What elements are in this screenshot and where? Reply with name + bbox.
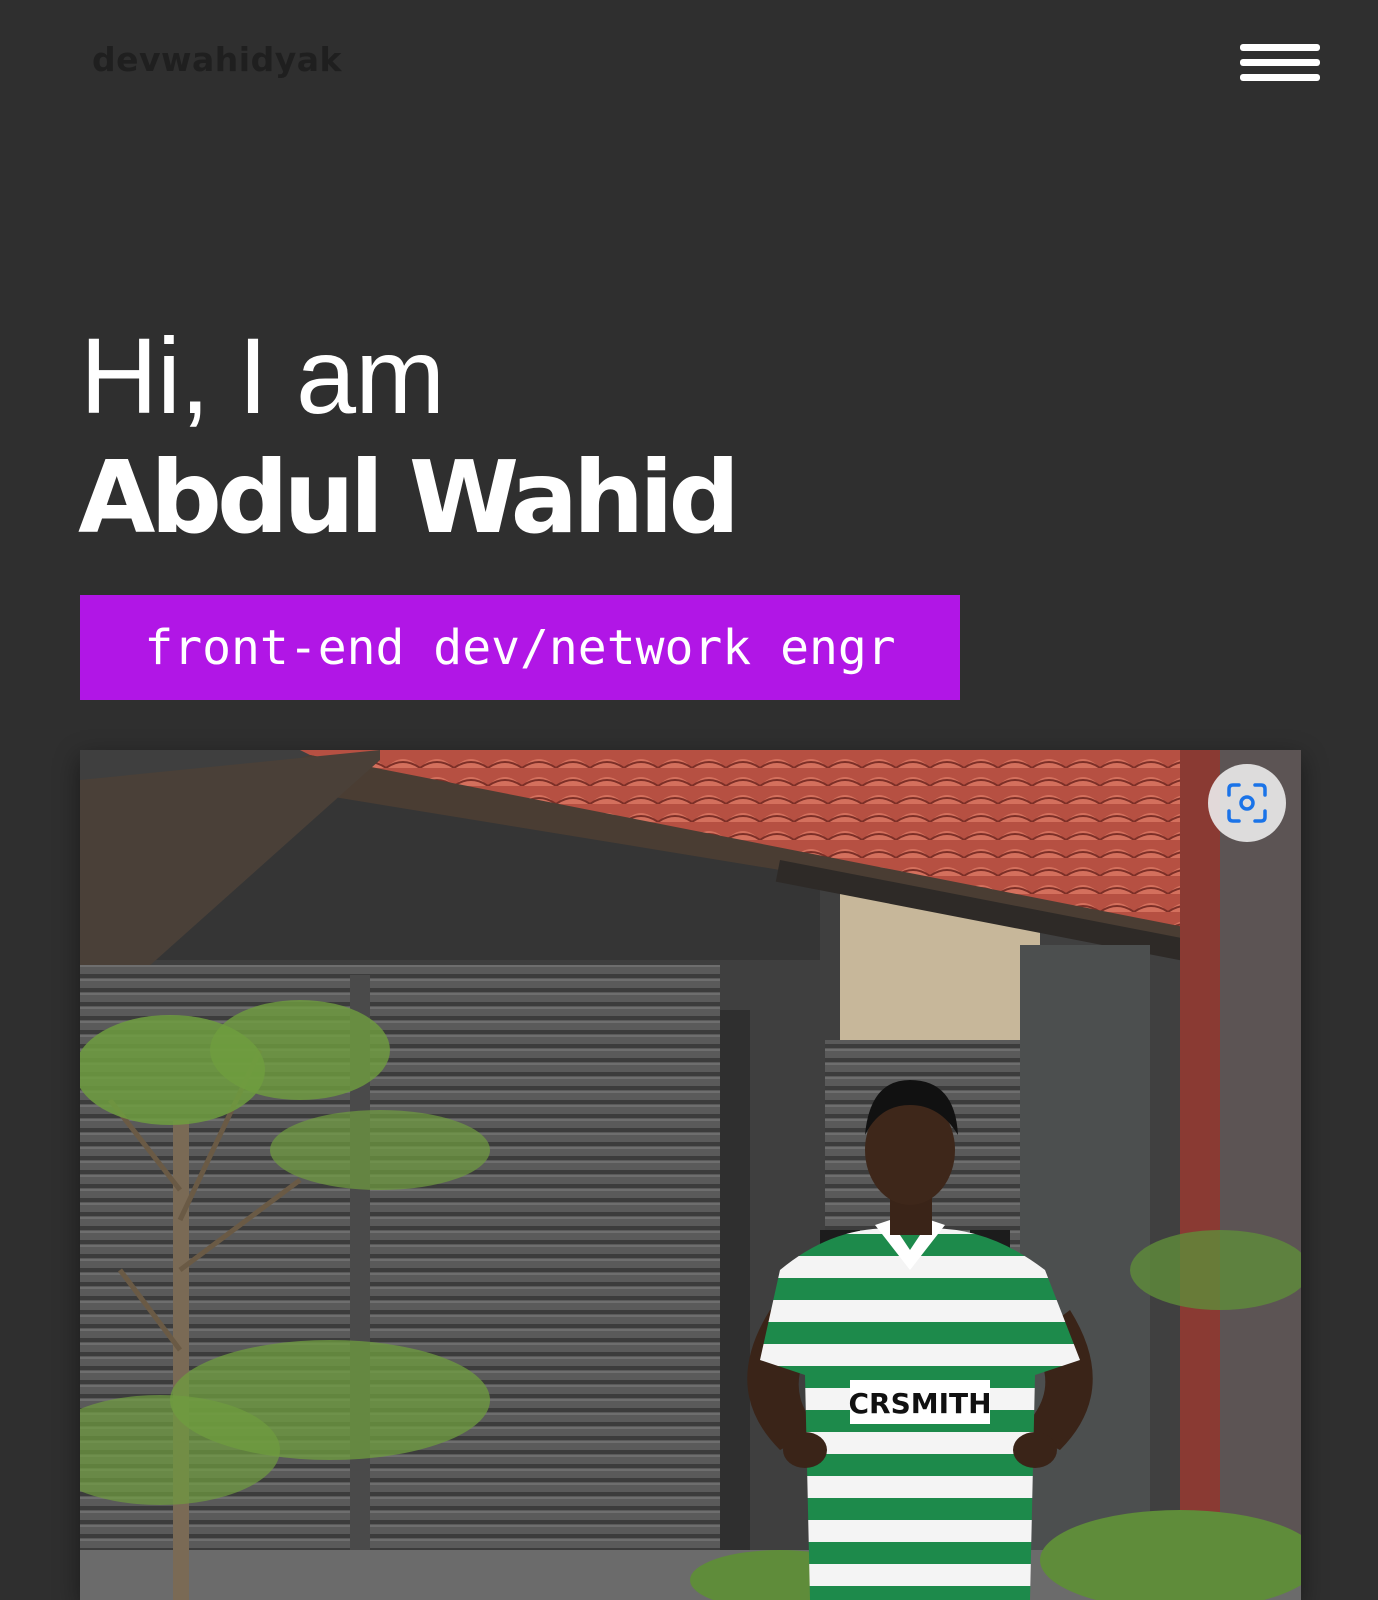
site-logo[interactable]: devwahidyak	[92, 40, 342, 79]
profile-photo-illustration: CRSMITH	[80, 750, 1301, 1600]
visual-search-icon[interactable]	[1208, 764, 1286, 842]
hero-name: Abdul Wahid	[78, 439, 740, 556]
hamburger-menu-icon[interactable]	[1238, 40, 1322, 86]
jersey-sponsor-text: CRSMITH	[848, 1387, 991, 1420]
profile-photo: CRSMITH	[80, 750, 1301, 1600]
menu-bar-top	[1240, 44, 1320, 51]
visual-search-glyph	[1227, 783, 1267, 823]
menu-bar-middle	[1240, 59, 1320, 66]
hero-greeting: Hi, I am	[80, 315, 445, 436]
menu-bar-bottom	[1240, 74, 1320, 81]
role-badge: front-end dev/network engr	[80, 595, 960, 700]
role-text: front-end dev/network engr	[144, 619, 896, 676]
